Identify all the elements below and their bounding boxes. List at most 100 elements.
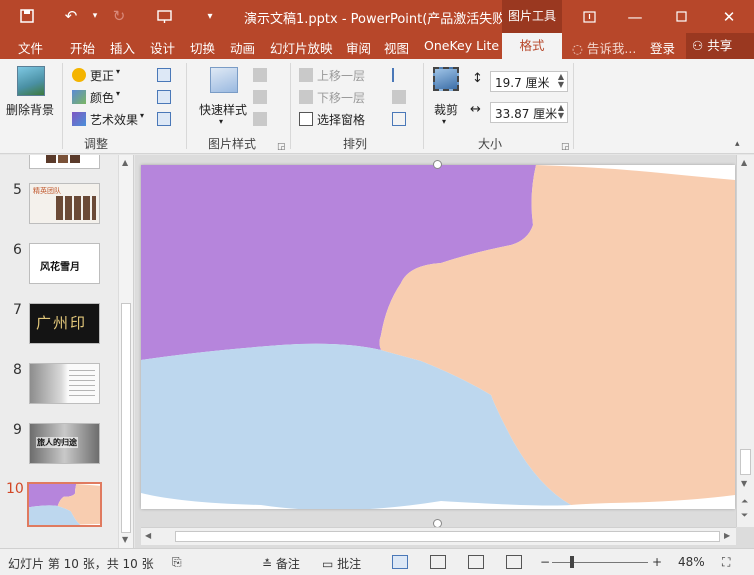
crop-button[interactable]: 裁剪 ▾ <box>428 63 464 129</box>
minimize-icon[interactable]: — <box>612 0 658 33</box>
slide-thumbnail[interactable]: 旅人的归途 <box>29 423 100 464</box>
slide-canvas[interactable] <box>141 165 735 509</box>
share-label: 共享 <box>707 38 733 53</box>
tab-transitions[interactable]: 切换 <box>190 38 215 57</box>
zoom-slider[interactable] <box>552 556 648 568</box>
editor-vertical-scrollbar[interactable]: ▲ ▼ ⏶ ⏷ <box>736 155 754 527</box>
close-icon[interactable]: ✕ <box>706 0 752 33</box>
thumbnail-scrollbar[interactable]: ▲ ▼ <box>118 155 133 548</box>
slide-thumbnail[interactable]: 风花雪月 <box>29 243 100 284</box>
quick-styles-button[interactable]: 快速样式 ▾ <box>196 63 250 129</box>
crop-icon <box>433 67 459 91</box>
scroll-up-icon[interactable]: ▲ <box>741 158 747 167</box>
scrollbar-thumb[interactable] <box>121 303 131 533</box>
share-button[interactable]: ⚇ 共享 <box>686 33 754 59</box>
slide-number: 9 <box>13 422 22 438</box>
tab-insert[interactable]: 插入 <box>110 38 135 57</box>
slide-thumbnail[interactable]: 精英团队 <box>29 183 100 224</box>
slide-thumbnail-active[interactable] <box>27 482 102 527</box>
slide-thumbnail[interactable] <box>29 363 100 404</box>
selection-pane-label: 选择窗格 <box>317 113 366 127</box>
previous-slide-icon[interactable]: ⏶ <box>741 497 748 507</box>
chevron-down-icon: ▾ <box>116 67 121 76</box>
notes-button[interactable]: ≛ 备注 <box>262 555 300 572</box>
remove-background-button[interactable]: 删除背景 <box>4 63 58 129</box>
editor-horizontal-scrollbar[interactable]: ◀ ▶ <box>141 527 736 545</box>
separator <box>290 63 291 149</box>
slide-preview-graphic <box>29 484 100 525</box>
adjust-group-label: 调整 <box>84 137 109 151</box>
zoom-slider-thumb[interactable] <box>570 556 574 568</box>
user-icon: ⚇ <box>692 38 704 53</box>
spinner-arrows-icon[interactable]: ▲ ▼ <box>558 73 564 89</box>
reset-picture-icon[interactable] <box>157 112 171 126</box>
height-input[interactable]: 19.7 厘米 ▲ ▼ <box>490 71 568 92</box>
tab-view[interactable]: 视图 <box>384 38 409 57</box>
save-icon[interactable] <box>16 6 38 26</box>
group-icon[interactable] <box>392 90 406 104</box>
maximize-icon[interactable] <box>658 0 704 33</box>
tab-review[interactable]: 审阅 <box>346 38 371 57</box>
reading-view-icon[interactable] <box>468 555 484 569</box>
comments-button[interactable]: ▭ 批注 <box>322 555 361 572</box>
slide-thumbnail[interactable]: 广州印 <box>29 303 100 344</box>
resize-handle-top[interactable] <box>433 160 442 169</box>
tab-onekey-lite[interactable]: OneKey Lite <box>424 38 499 53</box>
remove-background-icon <box>17 66 45 96</box>
undo-icon[interactable]: ↶ <box>60 6 82 26</box>
tab-design[interactable]: 设计 <box>150 38 175 57</box>
separator <box>573 63 574 149</box>
scroll-right-icon[interactable]: ▶ <box>724 531 730 540</box>
tab-animations[interactable]: 动画 <box>230 38 255 57</box>
dialog-launcher-icon[interactable]: ◲ <box>277 142 286 152</box>
spinner-arrows-icon[interactable]: ▲ ▼ <box>558 104 564 120</box>
compress-pictures-icon[interactable] <box>157 68 171 82</box>
tab-format[interactable]: 格式 <box>502 33 562 59</box>
scrollbar-thumb[interactable] <box>740 449 751 475</box>
scroll-down-icon[interactable]: ▼ <box>122 535 128 544</box>
ribbon-tabs: 文件 开始 插入 设计 切换 动画 幻灯片放映 审阅 视图 OneKey Lit… <box>0 33 754 59</box>
slide-number: 5 <box>13 182 22 198</box>
picture-effects-icon[interactable] <box>253 90 267 104</box>
rotate-icon[interactable] <box>392 112 406 126</box>
scroll-left-icon[interactable]: ◀ <box>145 531 151 540</box>
align-icon[interactable] <box>392 68 406 82</box>
spell-check-icon[interactable]: ⎘ <box>172 555 182 570</box>
normal-view-icon[interactable] <box>392 555 408 569</box>
undo-dropdown-icon[interactable]: ▾ <box>84 6 106 26</box>
zoom-in-icon[interactable]: + <box>652 555 662 569</box>
redo-icon[interactable]: ↻ <box>108 6 130 26</box>
separator <box>186 63 187 149</box>
scrollbar-thumb[interactable] <box>175 531 720 542</box>
scroll-up-icon[interactable]: ▲ <box>122 158 128 167</box>
slideshow-view-icon[interactable] <box>506 555 522 569</box>
dialog-launcher-icon[interactable]: ◲ <box>561 142 570 152</box>
width-input[interactable]: 33.87 厘米 ▲ ▼ <box>490 102 568 123</box>
slide-sorter-icon[interactable] <box>430 555 446 569</box>
slide-thumbnail[interactable] <box>29 155 100 169</box>
quick-styles-icon <box>210 67 238 93</box>
height-value: 19.7 厘米 <box>495 76 550 90</box>
tab-slideshow[interactable]: 幻灯片放映 <box>270 38 333 57</box>
zoom-level[interactable]: 48% <box>678 555 705 569</box>
tell-me-box[interactable]: ◌ 告诉我... <box>572 38 636 57</box>
login-link[interactable]: 登录 <box>650 38 675 57</box>
slide-thumbnail-title: 精英团队 <box>33 187 61 195</box>
tab-home[interactable]: 开始 <box>70 38 95 57</box>
next-slide-icon[interactable]: ⏷ <box>741 511 748 521</box>
ribbon-display-icon[interactable] <box>566 0 612 33</box>
scroll-down-icon[interactable]: ▼ <box>741 479 747 488</box>
tab-file[interactable]: 文件 <box>18 38 43 57</box>
fit-to-window-icon[interactable]: ⛶ <box>722 555 730 570</box>
slideshow-icon[interactable] <box>153 6 175 26</box>
picture-border-icon[interactable] <box>253 68 267 82</box>
collapse-ribbon-icon[interactable]: ▴ <box>735 139 740 149</box>
chevron-down-icon: ▾ <box>219 117 224 126</box>
zoom-out-icon[interactable]: − <box>540 555 550 569</box>
change-picture-icon[interactable] <box>157 90 171 104</box>
hexagon-graphic <box>46 155 56 163</box>
slide-picture[interactable] <box>141 165 735 509</box>
customize-toolbar-icon[interactable]: ▾ <box>199 6 221 26</box>
separator <box>62 63 63 149</box>
picture-layout-icon[interactable] <box>253 112 267 126</box>
